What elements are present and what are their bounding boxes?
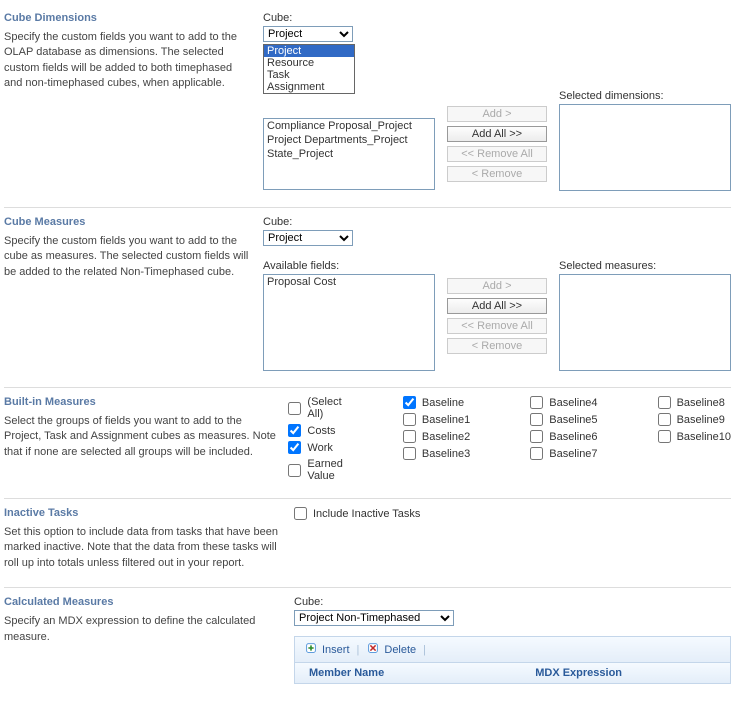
list-item[interactable]: Proposal Cost (264, 275, 434, 289)
cb-earned-value[interactable]: Earned Value (288, 458, 342, 482)
right-col: Cube: Project Non-Timephased Insert | De… (294, 596, 731, 684)
left-col: Cube Dimensions Specify the custom field… (4, 12, 263, 191)
cb-baseline5[interactable]: Baseline5 (530, 413, 597, 426)
insert-button[interactable]: Insert (301, 640, 353, 659)
left-col: Built-in Measures Select the groups of f… (4, 396, 288, 482)
desc-builtin-measures: Select the groups of fields you want to … (4, 414, 278, 460)
desc-cube-dimensions: Specify the custom fields you want to ad… (4, 30, 253, 92)
heading-calculated-measures: Calculated Measures (4, 596, 284, 608)
remove-all-button[interactable]: << Remove All (447, 146, 547, 162)
cb-baseline8[interactable]: Baseline8 (658, 396, 731, 409)
add-button[interactable]: Add > (447, 278, 547, 294)
divider: | (423, 644, 426, 656)
calculated-table: Member Name MDX Expression (294, 663, 731, 684)
dropdown-item-resource[interactable]: Resource (264, 57, 354, 69)
remove-button[interactable]: < Remove (447, 338, 547, 354)
cb-baseline9[interactable]: Baseline9 (658, 413, 731, 426)
section-inactive-tasks: Inactive Tasks Set this option to includ… (4, 499, 731, 588)
cb-baseline2[interactable]: Baseline2 (403, 430, 470, 443)
right-col: Cube: Project Available fields: Proposal… (263, 216, 731, 371)
section-cube-dimensions: Cube Dimensions Specify the custom field… (4, 4, 731, 208)
left-col: Cube Measures Specify the custom fields … (4, 216, 263, 371)
cb-work[interactable]: Work (288, 441, 342, 454)
calculated-toolbar: Insert | Delete | (294, 636, 731, 663)
available-measures-list[interactable]: Proposal Cost (263, 274, 435, 371)
delete-icon (366, 641, 380, 658)
heading-inactive-tasks: Inactive Tasks (4, 507, 284, 519)
heading-cube-measures: Cube Measures (4, 216, 253, 228)
add-all-button[interactable]: Add All >> (447, 298, 547, 314)
right-col: Cube: Project Project Resource Task Assi… (263, 12, 731, 191)
list-item[interactable]: Project Departments_Project (264, 133, 434, 147)
remove-button[interactable]: < Remove (447, 166, 547, 182)
left-col: Inactive Tasks Set this option to includ… (4, 507, 294, 571)
cb-include-inactive[interactable]: Include Inactive Tasks (294, 507, 731, 520)
list-item[interactable]: State_Project (264, 147, 434, 161)
left-col: Calculated Measures Specify an MDX expre… (4, 596, 294, 684)
cb-baseline4[interactable]: Baseline4 (530, 396, 597, 409)
heading-cube-dimensions: Cube Dimensions (4, 12, 253, 24)
available-fields-label: Available fields: (263, 260, 435, 272)
cb-baseline1[interactable]: Baseline1 (403, 413, 470, 426)
cb-costs[interactable]: Costs (288, 424, 342, 437)
cb-baseline7[interactable]: Baseline7 (530, 447, 597, 460)
cube-label: Cube: (294, 596, 731, 608)
cube-label: Cube: (263, 12, 731, 24)
divider: | (357, 644, 360, 656)
heading-builtin-measures: Built-in Measures (4, 396, 278, 408)
available-dimensions-list[interactable]: Compliance Proposal_Project Project Depa… (263, 118, 435, 190)
insert-icon (304, 641, 318, 658)
selected-dimensions-list[interactable] (559, 104, 731, 191)
section-cube-measures: Cube Measures Specify the custom fields … (4, 208, 731, 388)
cube-dropdown-open[interactable]: Project Resource Task Assignment (263, 44, 355, 94)
th-mdx-expression[interactable]: MDX Expression (521, 663, 730, 684)
cube-select-measures[interactable]: Project (263, 230, 353, 246)
cb-select-all[interactable]: (Select All) (288, 396, 342, 420)
th-member-name[interactable]: Member Name (295, 663, 522, 684)
cube-select-calculated[interactable]: Project Non-Timephased (294, 610, 454, 626)
cb-baseline6[interactable]: Baseline6 (530, 430, 597, 443)
selected-measures-label: Selected measures: (559, 260, 731, 272)
dropdown-item-project[interactable]: Project (264, 45, 354, 57)
delete-button[interactable]: Delete (363, 640, 419, 659)
right-col: Include Inactive Tasks (294, 507, 731, 571)
right-col: (Select All) Costs Work Earned Value Bas… (288, 396, 731, 482)
cb-baseline3[interactable]: Baseline3 (403, 447, 470, 460)
add-button[interactable]: Add > (447, 106, 547, 122)
desc-calculated-measures: Specify an MDX expression to define the … (4, 614, 284, 645)
remove-all-button[interactable]: << Remove All (447, 318, 547, 334)
list-item[interactable]: Compliance Proposal_Project (264, 119, 434, 133)
section-builtin-measures: Built-in Measures Select the groups of f… (4, 388, 731, 499)
desc-cube-measures: Specify the custom fields you want to ad… (4, 234, 253, 280)
dropdown-item-assignment[interactable]: Assignment (264, 81, 354, 93)
dropdown-item-task[interactable]: Task (264, 69, 354, 81)
cube-label: Cube: (263, 216, 731, 228)
desc-inactive-tasks: Set this option to include data from tas… (4, 525, 284, 571)
add-all-button[interactable]: Add All >> (447, 126, 547, 142)
cube-select-dimensions[interactable]: Project (263, 26, 353, 42)
cb-baseline10[interactable]: Baseline10 (658, 430, 731, 443)
selected-dimensions-label: Selected dimensions: (559, 90, 731, 102)
selected-measures-list[interactable] (559, 274, 731, 371)
cb-baseline[interactable]: Baseline (403, 396, 470, 409)
section-calculated-measures: Calculated Measures Specify an MDX expre… (4, 588, 731, 700)
